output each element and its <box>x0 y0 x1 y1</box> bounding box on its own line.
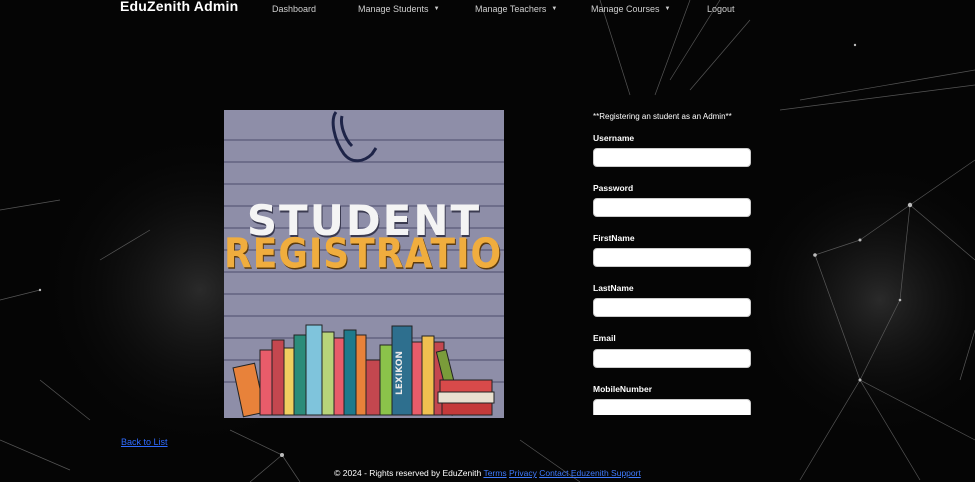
nav-manage-teachers-label: Manage Teachers <box>475 4 547 14</box>
brand-title[interactable]: EduZenith Admin <box>120 0 238 14</box>
footer-copyright: © 2024 - Rights reserved by EduZenith <box>334 468 482 478</box>
email-label: Email <box>593 333 616 343</box>
password-input[interactable] <box>593 198 751 217</box>
back-to-list-link[interactable]: Back to List <box>121 437 168 447</box>
username-input[interactable] <box>593 148 751 167</box>
mobilenumber-input[interactable] <box>593 399 751 415</box>
lastname-label: LastName <box>593 283 634 293</box>
registration-form: **Registering an student as an Admin** U… <box>593 110 753 415</box>
nav-logout-label: Logout <box>707 4 735 14</box>
nav-manage-courses[interactable]: Manage Courses ▼ <box>591 4 671 14</box>
lastname-input[interactable] <box>593 298 751 317</box>
firstname-input[interactable] <box>593 248 751 267</box>
caret-down-icon: ▼ <box>664 6 671 12</box>
navbar: EduZenith Admin Dashboard Manage Student… <box>0 0 975 20</box>
email-input[interactable] <box>593 349 751 368</box>
poster-title-registration: REGISTRATION <box>224 230 504 279</box>
footer: © 2024 - Rights reserved by EduZenith Te… <box>0 468 975 478</box>
caret-down-icon: ▼ <box>551 6 558 12</box>
student-registration-poster: LEXIKON STUDENT REGISTRATION <box>224 110 504 418</box>
nav-dashboard-label: Dashboard <box>272 4 317 14</box>
password-label: Password <box>593 183 634 193</box>
paperclip-icon <box>331 111 378 163</box>
footer-support-link[interactable]: Contact Eduzenith Support <box>539 468 641 478</box>
firstname-label: FirstName <box>593 233 635 243</box>
nav-manage-teachers[interactable]: Manage Teachers ▼ <box>475 4 557 14</box>
book-spine-text: LEXIKON <box>395 351 405 395</box>
nav-manage-courses-label: Manage Courses <box>591 4 660 14</box>
footer-terms-link[interactable]: Terms <box>483 468 506 478</box>
nav-dashboard[interactable]: Dashboard <box>272 4 316 14</box>
form-note: **Registering an student as an Admin** <box>593 112 732 121</box>
footer-privacy-link[interactable]: Privacy <box>509 468 537 478</box>
nav-manage-students[interactable]: Manage Students ▼ <box>358 4 440 14</box>
nav-logout[interactable]: Logout <box>707 4 735 14</box>
caret-down-icon: ▼ <box>433 6 440 12</box>
books-illustration <box>232 324 495 418</box>
username-label: Username <box>593 133 635 143</box>
nav-manage-students-label: Manage Students <box>358 4 429 14</box>
mobilenumber-label: MobileNumber <box>593 384 653 394</box>
